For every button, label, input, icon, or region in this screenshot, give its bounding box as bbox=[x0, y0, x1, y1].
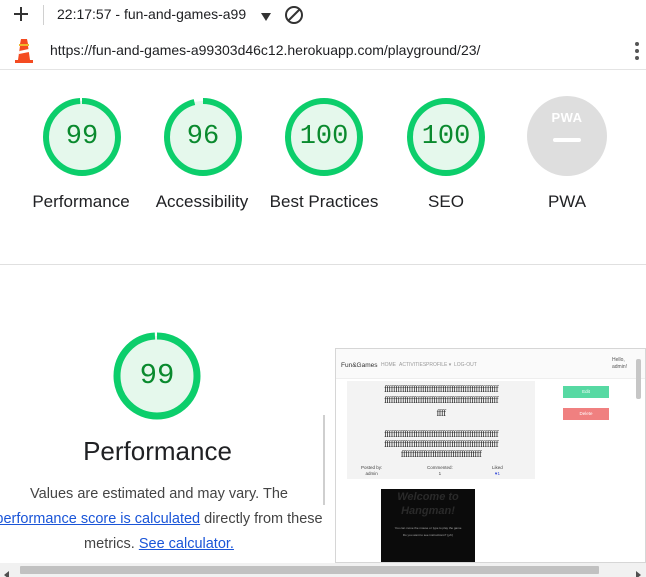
performance-label: Performance bbox=[32, 192, 130, 211]
thumb-edit-button: Edit bbox=[563, 386, 609, 398]
thumb-commented: Commented: 1 bbox=[427, 465, 453, 477]
lighthouse-icon bbox=[13, 36, 35, 64]
final-screenshot[interactable]: Fun&Games HOME ACTIVITIES PROFILE ▾ LOG-… bbox=[335, 348, 646, 563]
performance-detail-score: 99 bbox=[139, 359, 175, 392]
accessibility-label: Accessibility bbox=[155, 192, 249, 211]
thumb-liked: Liked ♥1 bbox=[492, 465, 503, 477]
best-practices-label: Best Practices bbox=[269, 192, 379, 211]
thumb-game-title-2: Hangman! bbox=[401, 505, 455, 517]
see-calculator-link[interactable]: See calculator. bbox=[139, 536, 234, 552]
thumb-delete-button: Delete bbox=[563, 408, 609, 420]
accessibility-score: 96 bbox=[186, 122, 220, 152]
url-bar: https://fun-and-games-a99303d46c12.herok… bbox=[0, 30, 646, 70]
thumb-line-2: ffffffffffffffffffffffffffffffffffffffff… bbox=[383, 395, 499, 405]
clear-icon[interactable] bbox=[284, 5, 304, 25]
thumb-line-6: ffffffffffffffffffffffffffffffffffff bbox=[400, 449, 482, 459]
thumb-liked-value: ♥1 bbox=[494, 471, 500, 476]
pwa-badge[interactable]: PWA bbox=[527, 96, 607, 176]
best-practices-score: 100 bbox=[299, 122, 349, 152]
performance-score: 99 bbox=[65, 122, 99, 152]
plus-icon[interactable] bbox=[10, 3, 32, 25]
thumb-post-card: ffffffffffffffffffffffffffffffffffffffff… bbox=[347, 381, 535, 479]
thumb-brand: Fun&Games bbox=[341, 362, 378, 369]
pwa-label: PWA bbox=[547, 192, 587, 211]
thumb-menu-profile: PROFILE ▾ bbox=[426, 362, 452, 368]
thumb-scrollbar bbox=[636, 359, 641, 399]
pwa-dash-icon bbox=[553, 138, 581, 142]
vertical-divider bbox=[323, 415, 325, 505]
thumb-line-5: ffffffffffffffffffffffffffffffffffffffff… bbox=[383, 439, 499, 449]
performance-gauge[interactable]: 99 bbox=[40, 95, 124, 179]
horizontal-scrollbar[interactable] bbox=[0, 563, 646, 577]
seo-score: 100 bbox=[421, 122, 471, 152]
thumb-line-4: ffffffffffffffffffffffffffffffffffffffff… bbox=[383, 429, 499, 439]
report-selector[interactable]: 22:17:57 - fun-and-games-a99 bbox=[57, 6, 246, 22]
thumb-game-line-2: Do you want to see instructions? (y/n) bbox=[402, 533, 454, 537]
thumb-menu-home: HOME bbox=[381, 362, 396, 368]
thumb-game-line-1: You can move the mouse or type to play t… bbox=[394, 526, 462, 530]
more-options-icon[interactable] bbox=[628, 40, 646, 62]
description-text-1: Values are estimated and may vary. The bbox=[30, 486, 288, 502]
scrollbar-thumb[interactable] bbox=[20, 566, 599, 574]
score-calculated-link[interactable]: performance score is calculated bbox=[0, 511, 200, 527]
accessibility-gauge[interactable]: 96 bbox=[161, 95, 245, 179]
thumb-navbar: Fun&Games HOME ACTIVITIES PROFILE ▾ LOG-… bbox=[336, 349, 645, 379]
seo-label: SEO bbox=[428, 192, 464, 211]
devtools-toolbar: 22:17:57 - fun-and-games-a99 bbox=[0, 0, 646, 30]
thumb-line-1: ffffffffffffffffffffffffffffffffffffffff… bbox=[383, 384, 499, 394]
caret-down-icon[interactable] bbox=[260, 9, 272, 21]
thumb-posted-value: admin bbox=[365, 471, 378, 476]
scroll-left-icon[interactable] bbox=[3, 566, 11, 577]
performance-detail-gauge: 99 bbox=[111, 330, 203, 422]
thumb-hangman-game: Welcome to Hangman! You can move the mou… bbox=[381, 489, 475, 562]
toolbar-divider bbox=[43, 5, 44, 25]
thumb-game-title-1: Welcome to bbox=[397, 491, 459, 503]
report-url: https://fun-and-games-a99303d46c12.herok… bbox=[50, 42, 481, 58]
pwa-badge-text: PWA bbox=[551, 110, 583, 125]
thumb-user: admin! bbox=[612, 364, 628, 370]
best-practices-gauge[interactable]: 100 bbox=[282, 95, 366, 179]
seo-gauge[interactable]: 100 bbox=[404, 95, 488, 179]
thumb-line-3: ffff bbox=[436, 408, 446, 418]
performance-heading: Performance bbox=[83, 436, 232, 466]
performance-description: Values are estimated and may vary. The p… bbox=[0, 482, 328, 557]
thumb-greeting: Hello, admin! bbox=[612, 357, 627, 371]
thumb-posted-by: Posted by: admin bbox=[361, 465, 382, 477]
thumb-commented-value: 1 bbox=[438, 471, 442, 476]
thumb-menu-activities: ACTIVITIES bbox=[399, 362, 427, 368]
scroll-right-icon[interactable] bbox=[634, 566, 642, 577]
thumb-hello: Hello, bbox=[612, 357, 625, 363]
thumb-menu-logout: LOG-OUT bbox=[454, 362, 477, 368]
section-divider bbox=[0, 264, 646, 265]
